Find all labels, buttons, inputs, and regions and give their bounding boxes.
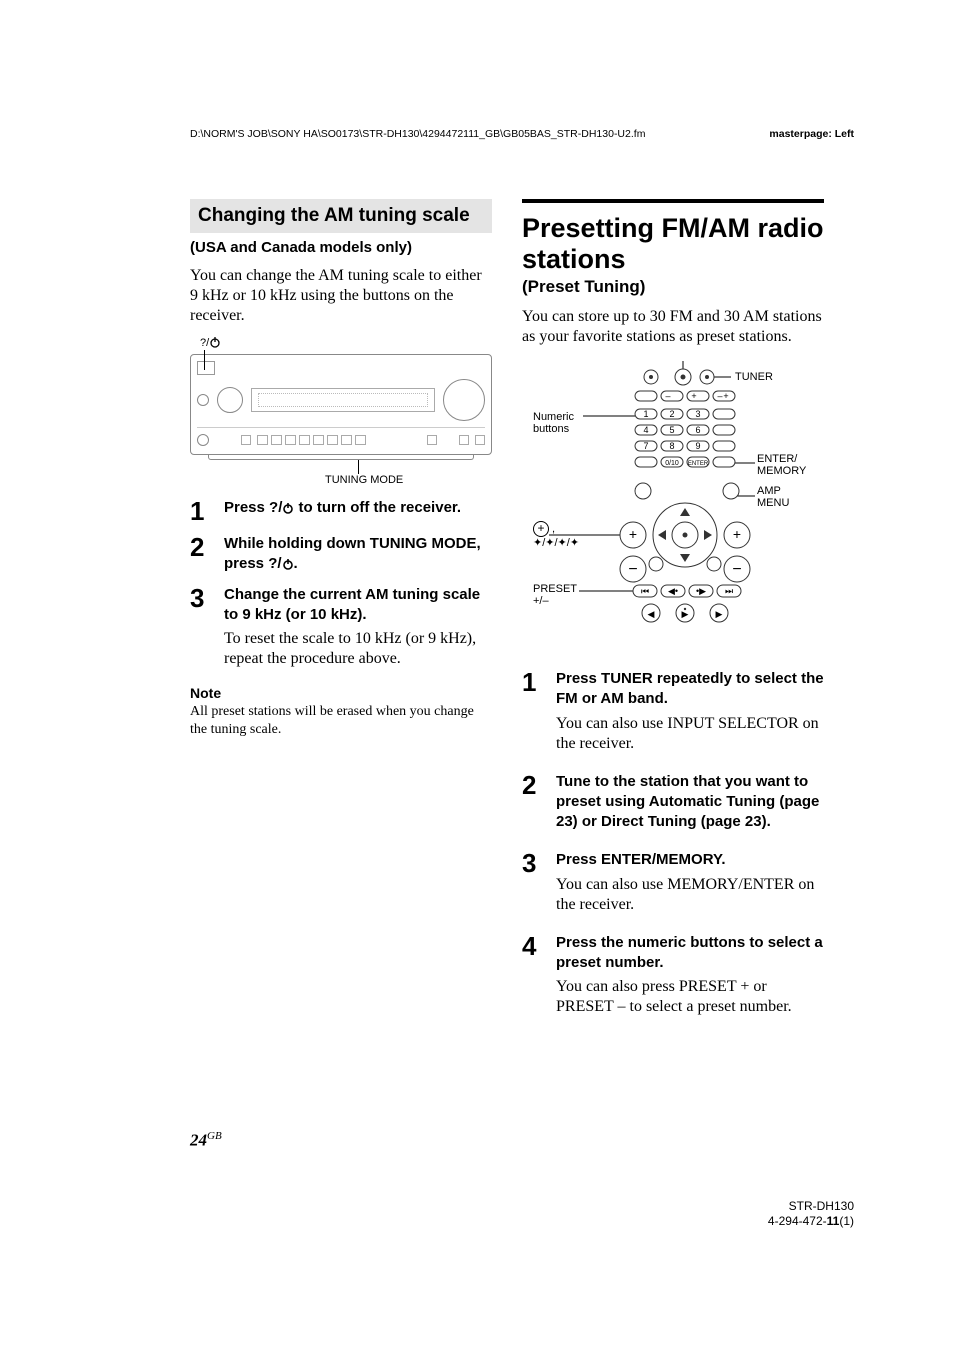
svg-text:6: 6 [695, 425, 700, 435]
r-step-4: 4 Press the numeric buttons to select a … [522, 933, 824, 1018]
section-title-preset: Presetting FM/AM radio stations [522, 213, 824, 275]
receiver-diagram: ?/ [190, 336, 492, 488]
label-enter-memory: ENTER/ MEMORY [757, 453, 806, 477]
power-callout: ?/ [200, 336, 221, 349]
r-step-1: 1 Press TUNER repeatedly to select the F… [522, 669, 824, 754]
step-2: 2 While holding down TUNING MODE, press … [190, 534, 492, 575]
section-intro-right: You can store up to 30 FM and 30 AM stat… [522, 307, 824, 347]
page-header: D:\NORM'S JOB\SONY HA\SO0173\STR-DH130\4… [190, 128, 854, 141]
note-body: All preset stations will be erased when … [190, 703, 492, 738]
svg-text:•▶: •▶ [696, 586, 706, 596]
r-step-2: 2 Tune to the station that you want to p… [522, 772, 824, 833]
svg-text:8: 8 [669, 441, 674, 451]
step-1: 1 Press ?/ to turn off the receiver. [190, 498, 492, 524]
svg-text:+: + [629, 526, 637, 542]
svg-text:1: 1 [643, 409, 648, 419]
svg-text:+: + [733, 526, 741, 542]
section-subhead: (USA and Canada models only) [190, 239, 492, 256]
svg-text:ENTER: ENTER [688, 461, 709, 467]
svg-text:+: + [691, 391, 696, 401]
right-steps: 1 Press TUNER repeatedly to select the F… [522, 669, 824, 1017]
power-icon [209, 336, 221, 348]
svg-text:▶: ▶ [682, 609, 689, 619]
svg-text:–: – [717, 391, 722, 401]
svg-text:9: 9 [695, 441, 700, 451]
svg-text:7: 7 [643, 441, 648, 451]
svg-text:◀•: ◀• [668, 586, 678, 596]
doc-footer: STR-DH130 4-294-472-11(1) [768, 1199, 854, 1230]
section-subtitle: (Preset Tuning) [522, 277, 824, 297]
svg-text:5: 5 [669, 425, 674, 435]
svg-text:◀: ◀ [648, 609, 655, 619]
left-steps: 1 Press ?/ to turn off the receiver. 2 W… [190, 498, 492, 669]
label-preset: PRESET+/– [533, 583, 577, 607]
label-tuner: TUNER [735, 371, 773, 383]
svg-text:4: 4 [643, 425, 648, 435]
section-intro: You can change the AM tuning scale to ei… [190, 266, 492, 326]
label-amp-menu: AMPMENU [757, 485, 789, 509]
svg-text:–: – [665, 391, 670, 401]
file-path: D:\NORM'S JOB\SONY HA\SO0173\STR-DH130\4… [190, 128, 645, 141]
svg-text:−: − [628, 561, 637, 578]
page-number: 24GB [190, 1130, 222, 1150]
power-icon [282, 558, 294, 570]
svg-text:▶: ▶ [716, 609, 723, 619]
left-column: Changing the AM tuning scale (USA and Ca… [190, 199, 492, 1023]
r-step-3: 3 Press ENTER/MEMORY. You can also use M… [522, 850, 824, 914]
section-title-am-scale: Changing the AM tuning scale [190, 199, 492, 233]
label-numeric-buttons: Numeric buttons [533, 411, 583, 435]
svg-text:3: 3 [695, 409, 700, 419]
right-column: Presetting FM/AM radio stations (Preset … [522, 199, 824, 1023]
masterpage-label: masterpage: Left [769, 128, 854, 141]
power-icon [282, 502, 294, 514]
step-3: 3 Change the current AM tuning scale to … [190, 585, 492, 670]
svg-text:−: − [732, 561, 741, 578]
note-heading: Note [190, 685, 492, 701]
svg-text:+: + [723, 391, 728, 401]
svg-text:⏭: ⏭ [725, 586, 733, 596]
remote-diagram: – + – + 1 2 3 4 5 6 7 8 [533, 361, 813, 651]
tuning-mode-callout: TUNING MODE [325, 474, 403, 486]
svg-text:0/10: 0/10 [665, 460, 679, 467]
label-plus-arrows: + , ✦/✦/✦/✦ [533, 521, 579, 549]
svg-text:⏮: ⏮ [641, 586, 649, 596]
section-rule [522, 199, 824, 203]
svg-text:2: 2 [669, 409, 674, 419]
